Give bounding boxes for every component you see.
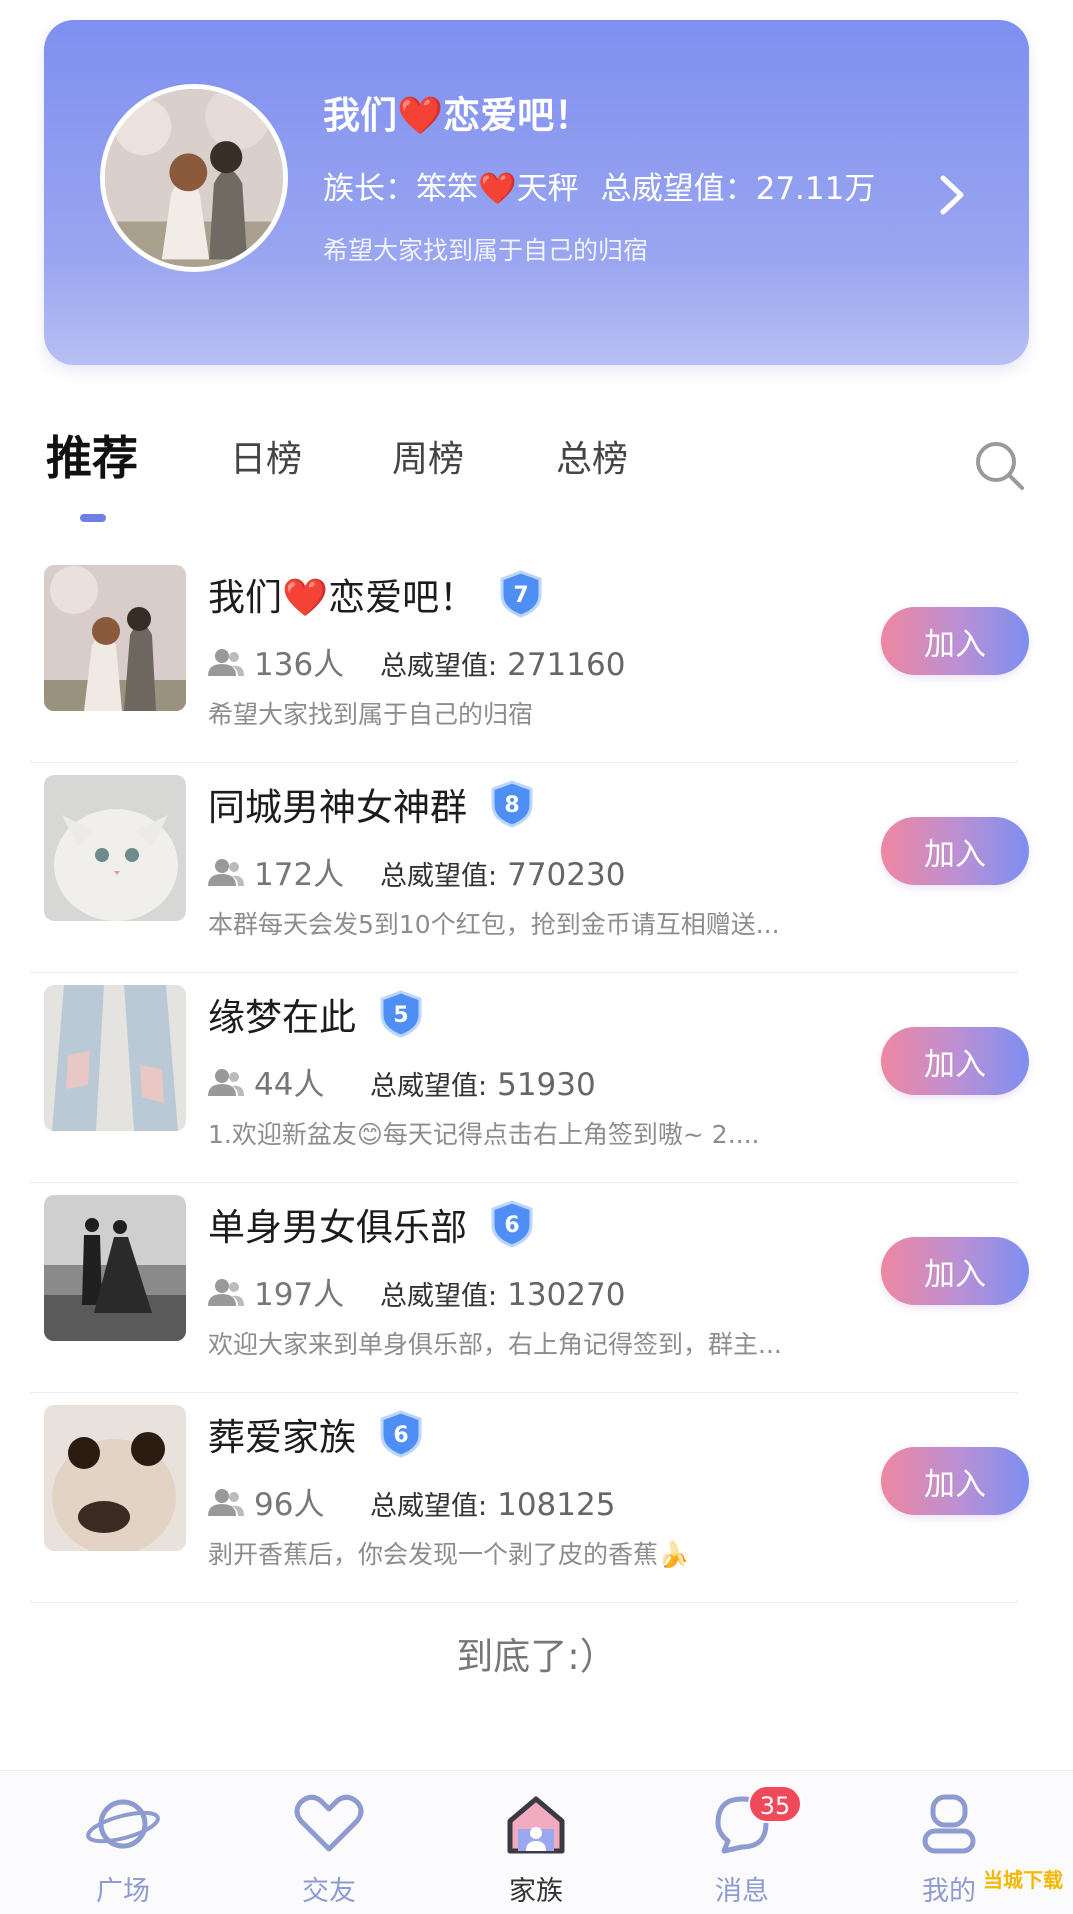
prestige-label: 总威望值: — [380, 651, 498, 682]
family-stats: 136人 总威望值: 271160 — [208, 639, 625, 684]
family-avatar — [100, 84, 288, 272]
level-number: 6 — [393, 1423, 408, 1448]
family-description: 希望大家找到属于自己的归宿 — [323, 236, 649, 265]
family-description: 1.欢迎新盆友😊每天记得点击右上角签到嗷~ 2.... — [208, 1120, 760, 1149]
ranking-tabs: 推荐 日榜 周榜 总榜 — [0, 430, 1073, 530]
family-list-item[interactable]: 缘梦在此 5 44人 总威望值: 51930 1.欢迎新盆友😊每天记得点击右上角… — [0, 973, 1073, 1183]
family-list-item[interactable]: 我们❤️恋爱吧！ 7 136人 总威望值: 271160 希望大家找到属于自己的… — [0, 553, 1073, 763]
member-count: 44人 — [254, 1067, 325, 1103]
family-name: 同城男神女神群 8 — [208, 777, 537, 831]
level-number: 5 — [393, 1003, 408, 1028]
level-number: 7 — [513, 583, 528, 608]
family-stats: 172人 总威望值: 770230 — [208, 849, 625, 894]
bottom-nav: 广场 交友 家族 35 消息 我的 当城下载 — [0, 1770, 1073, 1914]
family-stats: 197人 总威望值: 130270 — [208, 1269, 625, 1314]
level-shield-icon: 6 — [491, 1200, 533, 1248]
family-description: 本群每天会发5到10个红包，抢到金币请互相赠送... — [208, 910, 780, 939]
family-name-text: 葬爱家族 — [208, 1416, 356, 1459]
person-icon — [922, 1794, 976, 1854]
family-description: 欢迎大家来到单身俱乐部，右上角记得签到，群主... — [208, 1330, 782, 1359]
prestige-label: 总威望值: — [380, 1281, 498, 1312]
nav-label: 消息 — [715, 1876, 769, 1907]
list-end-text: 到底了:） — [456, 1635, 617, 1678]
chevron-right-icon[interactable] — [933, 170, 973, 220]
family-description: 希望大家找到属于自己的归宿 — [208, 700, 534, 729]
member-count: 96人 — [254, 1487, 325, 1523]
family-list: 我们❤️恋爱吧！ 7 136人 总威望值: 271160 希望大家找到属于自己的… — [0, 553, 1073, 1603]
people-icon — [208, 648, 244, 676]
join-button[interactable]: 加入 — [881, 1237, 1029, 1305]
family-avatar — [44, 1405, 186, 1551]
member-count: 172人 — [254, 857, 345, 893]
level-number: 6 — [504, 1213, 519, 1238]
tab-daily[interactable]: 日榜 — [230, 430, 302, 482]
level-shield-icon: 6 — [380, 1410, 422, 1458]
unread-badge: 35 — [748, 1785, 802, 1823]
member-count: 136人 — [254, 647, 345, 683]
family-name-text: 单身男女俱乐部 — [208, 1206, 467, 1249]
nav-label: 家族 — [509, 1876, 563, 1907]
tab-weekly[interactable]: 周榜 — [392, 430, 464, 482]
join-button[interactable]: 加入 — [881, 1447, 1029, 1515]
prestige-label: 总威望值: — [370, 1071, 488, 1102]
family-header-card[interactable]: 我们❤️恋爱吧！ 族长：笨笨❤️天秤 总威望值：27.11万 希望大家找到属于自己… — [44, 20, 1029, 365]
family-avatar — [44, 565, 186, 711]
family-avatar — [44, 1195, 186, 1341]
people-icon — [208, 1488, 244, 1516]
people-icon — [208, 1278, 244, 1306]
watermark-logo: 当城下载 — [983, 1868, 1063, 1892]
level-shield-icon: 7 — [500, 570, 542, 618]
prestige-value: 770230 — [507, 857, 626, 893]
join-button[interactable]: 加入 — [881, 607, 1029, 675]
nav-item-friends[interactable]: 交友 — [264, 1793, 394, 1908]
family-list-item[interactable]: 同城男神女神群 8 172人 总威望值: 770230 本群每天会发5到10个红… — [0, 763, 1073, 973]
heart-icon — [294, 1794, 364, 1852]
family-avatar — [44, 775, 186, 921]
prestige-value: 108125 — [497, 1487, 616, 1523]
family-name-text: 同城男神女神群 — [208, 786, 467, 829]
family-name: 葬爱家族 6 — [208, 1407, 426, 1461]
active-tab-indicator — [80, 514, 106, 522]
family-prestige: 总威望值：27.11万 — [600, 171, 876, 207]
prestige-value: 51930 — [497, 1067, 596, 1103]
prestige-label: 总威望值: — [370, 1491, 488, 1522]
nav-label: 交友 — [302, 1876, 356, 1907]
join-button[interactable]: 加入 — [881, 817, 1029, 885]
nav-item-square[interactable]: 广场 — [58, 1793, 188, 1908]
family-stats: 44人 总威望值: 51930 — [208, 1059, 596, 1104]
prestige-label: 总威望值: — [380, 861, 498, 892]
member-count: 197人 — [254, 1277, 345, 1313]
divider — [30, 1602, 1018, 1603]
people-icon — [208, 858, 244, 886]
family-stats: 96人 总威望值: 108125 — [208, 1479, 615, 1524]
nav-label: 广场 — [96, 1876, 150, 1907]
family-meta: 族长：笨笨❤️天秤 总威望值：27.11万 — [323, 163, 875, 208]
search-icon[interactable] — [972, 438, 1028, 494]
family-list-item[interactable]: 葬爱家族 6 96人 总威望值: 108125 剥开香蕉后，你会发现一个剥了皮的… — [0, 1393, 1073, 1603]
tab-recommend[interactable]: 推荐 — [46, 422, 138, 488]
family-name: 我们❤️恋爱吧！ 7 — [208, 567, 546, 621]
nav-item-messages[interactable]: 35 消息 — [677, 1785, 807, 1908]
planet-icon — [86, 1799, 160, 1849]
house-icon — [507, 1796, 565, 1854]
level-number: 8 — [504, 793, 519, 818]
prestige-value: 130270 — [507, 1277, 626, 1313]
level-shield-icon: 5 — [380, 990, 422, 1038]
tab-total[interactable]: 总榜 — [556, 430, 628, 482]
nav-item-family[interactable]: 家族 — [471, 1793, 601, 1908]
family-description: 剥开香蕉后，你会发现一个剥了皮的香蕉🍌 — [208, 1540, 690, 1569]
prestige-value: 271160 — [507, 647, 626, 683]
family-name: 缘梦在此 5 — [208, 987, 426, 1041]
family-title: 我们❤️恋爱吧！ — [323, 94, 592, 137]
family-name-text: 缘梦在此 — [208, 996, 356, 1039]
family-list-item[interactable]: 单身男女俱乐部 6 197人 总威望值: 130270 欢迎大家来到单身俱乐部，… — [0, 1183, 1073, 1393]
family-avatar — [44, 985, 186, 1131]
join-button[interactable]: 加入 — [881, 1027, 1029, 1095]
family-name: 单身男女俱乐部 6 — [208, 1197, 537, 1251]
family-leader: 族长：笨笨❤️天秤 — [323, 171, 579, 207]
level-shield-icon: 8 — [491, 780, 533, 828]
people-icon — [208, 1068, 244, 1096]
family-name-text: 我们❤️恋爱吧！ — [208, 576, 477, 619]
